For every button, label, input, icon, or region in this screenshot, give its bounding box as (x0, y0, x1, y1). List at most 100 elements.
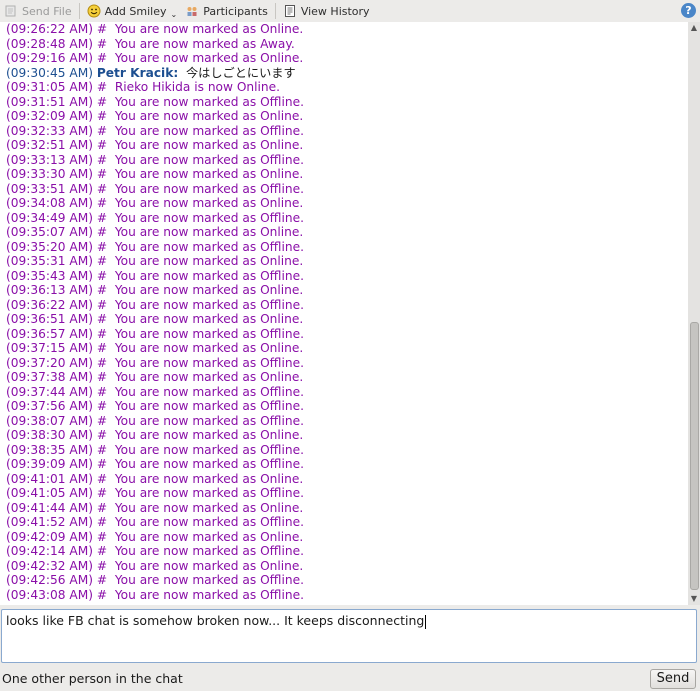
history-icon (283, 4, 297, 18)
chat-message-line: (09:35:31 AM) # You are now marked as On… (0, 254, 688, 269)
message-separator: # (96, 109, 108, 123)
message-timestamp: (09:34:49 AM) (6, 210, 93, 225)
chat-message-line: (09:31:05 AM) # Rieko Hikida is now Onli… (0, 80, 688, 95)
message-timestamp: (09:38:30 AM) (6, 428, 93, 442)
message-separator: # (96, 529, 108, 544)
message-timestamp: (09:29:16 AM) (6, 51, 93, 65)
chat-message-line: (09:35:07 AM) # You are now marked as On… (0, 225, 688, 240)
message-separator: # (96, 326, 108, 341)
chat-message-line: (09:38:07 AM) # You are now marked as Of… (0, 414, 688, 429)
help-icon[interactable]: ? (681, 3, 696, 18)
message-separator: # (96, 471, 108, 486)
system-message-text: You are now marked as Offline. (114, 399, 304, 413)
message-separator: # (96, 239, 108, 254)
chat-log[interactable]: (09:26:22 AM) # You are now marked as On… (0, 22, 688, 605)
message-timestamp: (09:30:45 AM) (6, 65, 93, 80)
message-timestamp: (09:32:51 AM) (6, 138, 93, 152)
message-input[interactable]: looks like FB chat is somehow broken now… (1, 609, 697, 663)
system-message-text: You are now marked as Offline. (114, 181, 304, 196)
message-timestamp: (09:37:20 AM) (6, 355, 93, 370)
message-timestamp: (09:39:09 AM) (6, 457, 93, 471)
status-bar: One other person in the chat Send (0, 667, 700, 691)
message-timestamp: (09:36:57 AM) (6, 326, 93, 341)
view-history-button[interactable]: View History (279, 0, 374, 22)
message-timestamp: (09:31:51 AM) (6, 94, 93, 109)
chat-message-line: (09:29:16 AM) # You are now marked as On… (0, 51, 688, 66)
message-separator: # (96, 225, 108, 239)
message-timestamp: (09:37:38 AM) (6, 370, 93, 384)
chat-message-line: (09:37:20 AM) # You are now marked as Of… (0, 356, 688, 371)
toolbar-divider (274, 3, 276, 19)
message-separator: # (96, 94, 108, 109)
message-timestamp: (09:35:20 AM) (6, 239, 93, 254)
scrollbar-thumb[interactable] (690, 322, 699, 590)
toolbar-divider (78, 3, 80, 19)
message-timestamp: (09:42:32 AM) (6, 558, 93, 573)
send-file-button[interactable]: Send File (0, 0, 76, 22)
chat-message-line: (09:32:51 AM) # You are now marked as On… (0, 138, 688, 153)
message-timestamp: (09:34:08 AM) (6, 196, 93, 210)
message-timestamp: (09:41:05 AM) (6, 486, 93, 500)
chat-message-line: (09:30:45 AM) Petr Kracik: 今はしごとにいます (0, 66, 688, 81)
message-sender: Petr Kracik: (96, 65, 179, 80)
system-message-text: You are now marked as Online. (114, 109, 304, 123)
chat-message-line: (09:41:52 AM) # You are now marked as Of… (0, 515, 688, 530)
message-separator: # (96, 500, 108, 515)
send-file-icon (4, 4, 18, 18)
chat-message-line: (09:38:30 AM) # You are now marked as On… (0, 428, 688, 443)
view-history-label: View History (300, 4, 370, 18)
message-timestamp: (09:41:52 AM) (6, 515, 93, 529)
chat-message-line: (09:31:51 AM) # You are now marked as Of… (0, 95, 688, 110)
participants-icon (185, 4, 199, 18)
add-smiley-button[interactable]: Add Smiley ⌄ (83, 0, 182, 22)
message-separator: # (96, 181, 108, 196)
system-message-text: You are now marked as Online. (114, 51, 304, 65)
message-separator: # (96, 428, 108, 442)
chat-message-line: (09:41:01 AM) # You are now marked as On… (0, 472, 688, 487)
system-message-text: You are now marked as Away. (114, 36, 295, 51)
chat-log-scrollbar[interactable]: ▲ ▼ (688, 22, 700, 605)
system-message-text: You are now marked as Offline. (114, 152, 304, 167)
message-timestamp: (09:31:05 AM) (6, 80, 93, 94)
chat-message-line: (09:36:57 AM) # You are now marked as Of… (0, 327, 688, 342)
system-message-text: You are now marked as Online. (114, 428, 304, 442)
message-separator: # (96, 36, 108, 51)
chat-message-line: (09:42:09 AM) # You are now marked as On… (0, 530, 688, 545)
chat-message-line: (09:33:13 AM) # You are now marked as Of… (0, 153, 688, 168)
message-timestamp: (09:42:14 AM) (6, 544, 93, 558)
system-message-text: You are now marked as Offline. (114, 442, 304, 457)
chat-message-line: (09:43:08 AM) # You are now marked as Of… (0, 588, 688, 603)
send-button[interactable]: Send (650, 669, 696, 689)
system-message-text: You are now marked as Offline. (114, 355, 304, 370)
scroll-down-icon[interactable]: ▼ (688, 593, 700, 605)
chat-message-line: (09:36:22 AM) # You are now marked as Of… (0, 298, 688, 313)
system-message-text: You are now marked as Online. (114, 370, 304, 384)
message-timestamp: (09:36:51 AM) (6, 312, 93, 326)
chat-message-line: (09:32:09 AM) # You are now marked as On… (0, 109, 688, 124)
message-timestamp: (09:35:43 AM) (6, 268, 93, 283)
system-message-text: You are now marked as Online. (114, 529, 304, 544)
system-message-text: You are now marked as Offline. (114, 457, 304, 471)
chat-message-line: (09:26:22 AM) # You are now marked as On… (0, 22, 688, 37)
system-message-text: You are now marked as Online. (114, 225, 304, 239)
smiley-icon (87, 4, 101, 18)
message-timestamp: (09:42:56 AM) (6, 573, 93, 587)
system-message-text: You are now marked as Online. (114, 196, 304, 210)
scroll-up-icon[interactable]: ▲ (688, 22, 700, 34)
system-message-text: You are now marked as Online. (114, 558, 304, 573)
participants-button[interactable]: Participants (181, 0, 272, 22)
message-timestamp: (09:26:22 AM) (6, 22, 93, 36)
message-separator: # (96, 544, 108, 558)
chat-message-line: (09:33:51 AM) # You are now marked as Of… (0, 182, 688, 197)
message-timestamp: (09:33:51 AM) (6, 181, 93, 196)
message-timestamp: (09:33:13 AM) (6, 152, 93, 167)
message-timestamp: (09:37:44 AM) (6, 384, 93, 399)
message-timestamp: (09:42:09 AM) (6, 529, 93, 544)
message-separator: # (96, 283, 108, 297)
message-separator: # (96, 515, 108, 529)
system-message-text: You are now marked as Offline. (114, 94, 304, 109)
system-message-text: You are now marked as Offline. (114, 210, 304, 225)
message-timestamp: (09:36:13 AM) (6, 283, 93, 297)
message-separator: # (96, 51, 108, 65)
chat-message-line: (09:41:05 AM) # You are now marked as Of… (0, 486, 688, 501)
